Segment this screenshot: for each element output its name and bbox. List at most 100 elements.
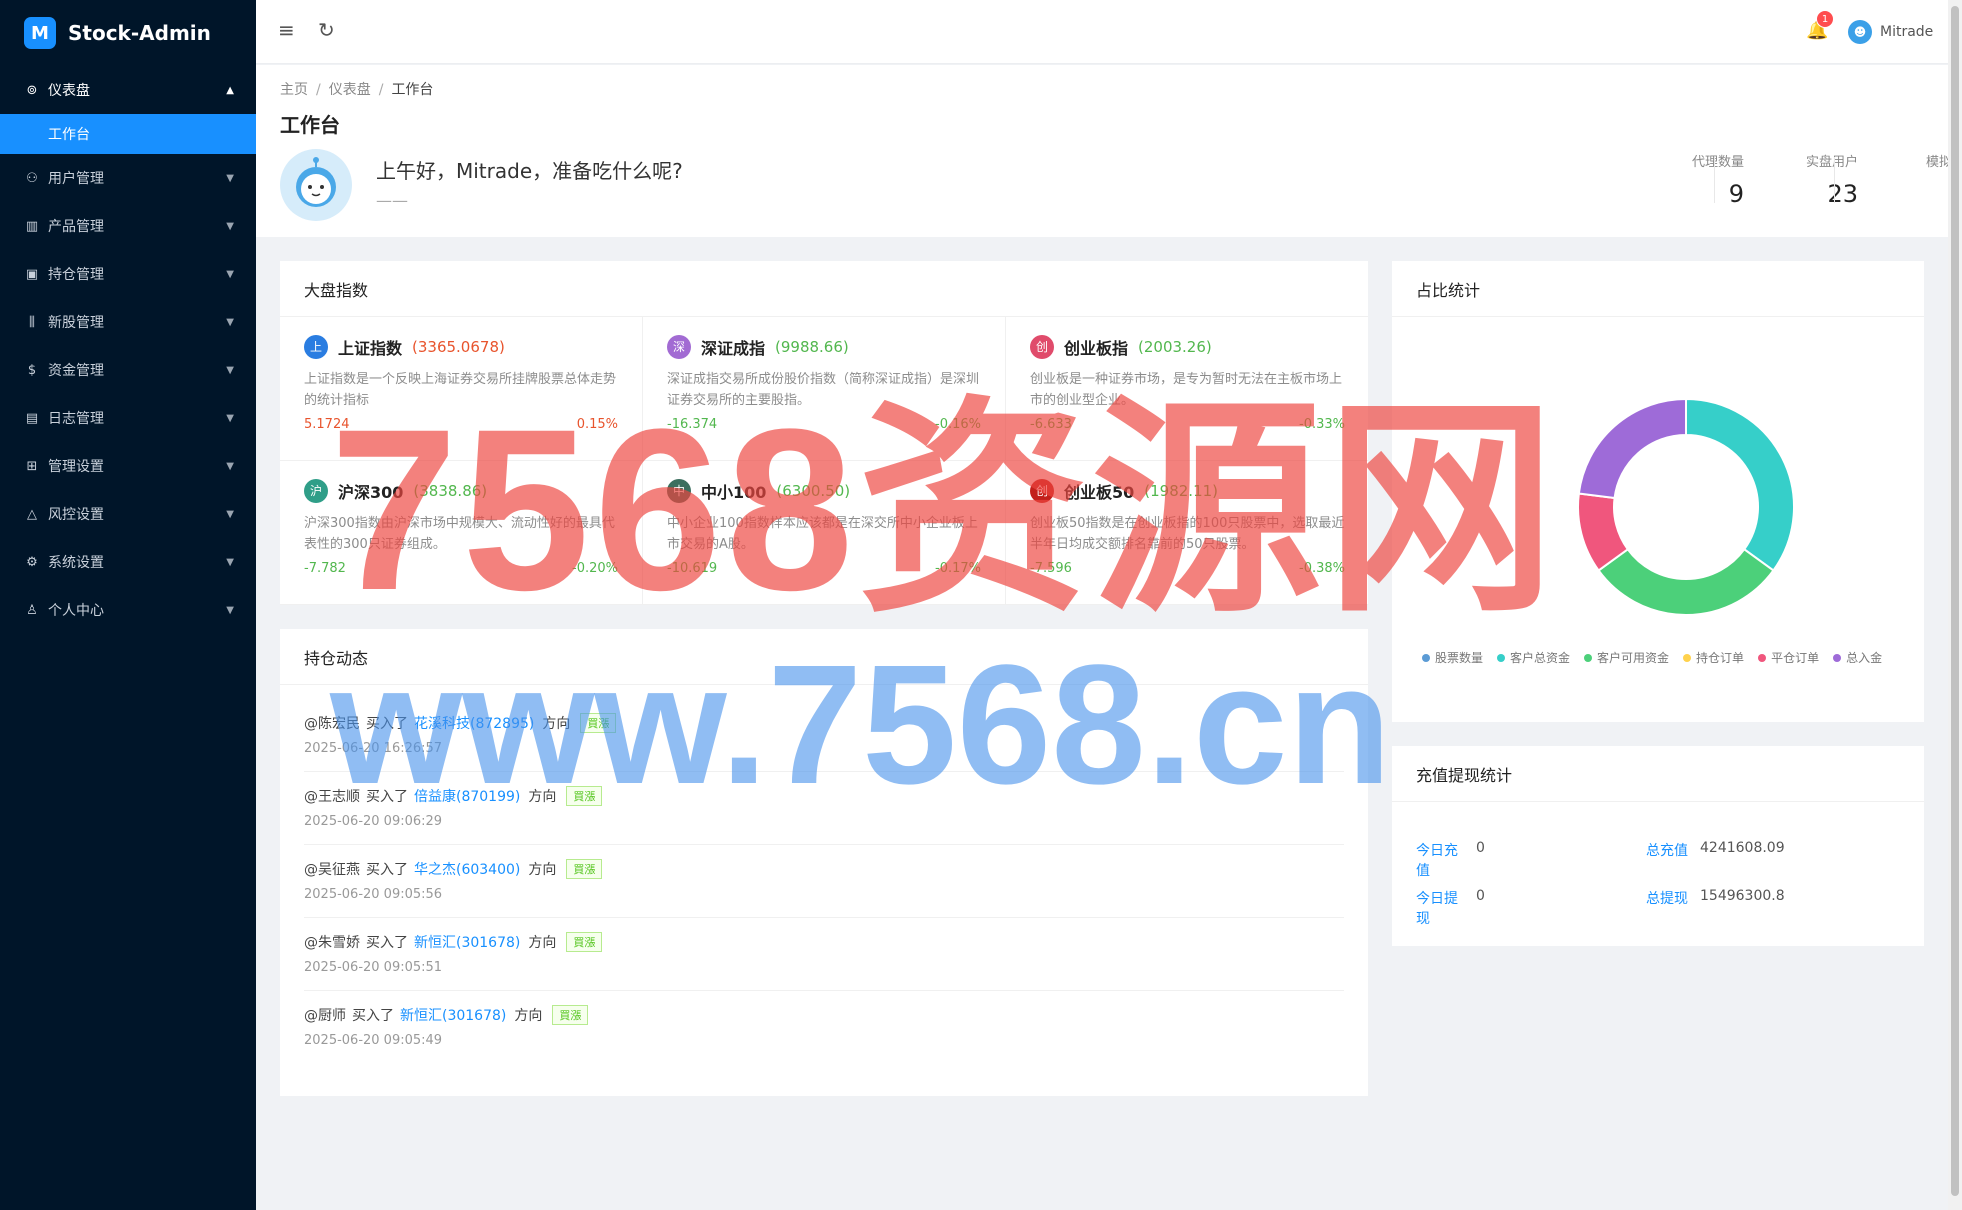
stat-real-users: 实盘用户 23 <box>1748 151 1858 208</box>
sidebar-item-label: 持仓管理 <box>48 267 104 283</box>
user-menu[interactable]: ☻ Mitrade <box>1848 20 1933 44</box>
chevron-down-icon: ▼ <box>226 268 234 280</box>
legend-item[interactable]: 股票数量 <box>1422 649 1483 666</box>
breadcrumb-home[interactable]: 主页 <box>280 82 308 98</box>
refresh-icon[interactable]: ↻ <box>318 18 335 42</box>
page-scrollbar[interactable] <box>1948 0 1962 1210</box>
chevron-down-icon: ▼ <box>226 508 234 520</box>
total-withdraw-label[interactable]: 总提现 <box>1646 888 1688 928</box>
legend-dot-icon <box>1497 653 1506 662</box>
donut-slice[interactable] <box>1597 547 1775 616</box>
position-user[interactable]: @吴征燕 <box>304 859 360 879</box>
warning-icon: △ <box>27 506 37 522</box>
position-stock-link[interactable]: 华之杰(603400) <box>414 859 520 879</box>
legend-label: 客户可用资金 <box>1597 651 1670 665</box>
today-recharge-label[interactable]: 今日充值 <box>1416 840 1464 880</box>
index-badge-icon: 沪 <box>304 479 328 503</box>
breadcrumb-separator: / <box>378 82 384 98</box>
position-user[interactable]: @朱雪娇 <box>304 932 360 952</box>
dashboard-icon: ⊚ <box>26 82 38 98</box>
position-line: @厨师 买入了 新恒汇(301678) 方向 買漲 <box>304 1005 589 1025</box>
sidebar-menu: ⊚ 仪表盘 ▲ 工作台 ⚇ 用户管理 ▼ ▥ 产品管理 ▼ ▣ 持仓管理 ▼ ⫼ 新股管理 ▼ $ 资金管理 ▼ ▤ 日… <box>0 66 256 634</box>
withdraw-row: 今日提现 0 总提现 15496300.8 <box>1416 888 1785 928</box>
index-value: (9988.66) <box>775 338 849 356</box>
breadcrumb-dashboard[interactable]: 仪表盘 <box>329 82 371 98</box>
sidebar-item[interactable]: ⊞ 管理设置 ▼ <box>0 442 256 490</box>
stat-label: 代理数量 <box>1691 155 1744 170</box>
sidebar-item-label: 资金管理 <box>48 363 104 379</box>
legend-item[interactable]: 平仓订单 <box>1758 649 1819 666</box>
greeting-subtext: —— <box>376 191 408 210</box>
stat-divider <box>1834 157 1835 203</box>
legend-item[interactable]: 持仓订单 <box>1683 649 1744 666</box>
logo[interactable]: M Stock-Admin <box>0 0 256 66</box>
position-item: @朱雪娇 买入了 新恒汇(301678) 方向 買漲 2025-06-20 09:05:5… <box>304 918 1344 991</box>
position-direction-label: 方向 <box>514 1008 543 1024</box>
position-time: 2025-06-20 09:05:51 <box>304 960 443 975</box>
index-badge-icon: 上 <box>304 335 328 359</box>
watermark-text: 7568资源网 <box>330 381 1560 638</box>
position-stock-link[interactable]: 新恒汇(301678) <box>400 1005 506 1025</box>
legend-label: 客户总资金 <box>1510 651 1571 665</box>
legend-item[interactable]: 客户总资金 <box>1497 649 1570 666</box>
chevron-down-icon: ▼ <box>226 556 234 568</box>
sidebar-item-label: 仪表盘 <box>48 83 90 99</box>
position-stock-link[interactable]: 新恒汇(301678) <box>414 932 520 952</box>
chevron-down-icon: ▼ <box>226 172 234 184</box>
sidebar-item-label: 新股管理 <box>48 315 104 331</box>
sidebar-item[interactable]: ▤ 日志管理 ▼ <box>0 394 256 442</box>
direction-tag: 買漲 <box>566 859 603 879</box>
sidebar-item[interactable]: $ 资金管理 ▼ <box>0 346 256 394</box>
sidebar-subitem-active[interactable]: 工作台 <box>0 114 256 154</box>
legend-dot-icon <box>1683 653 1692 662</box>
legend-dot-icon <box>1422 653 1430 662</box>
position-line: @朱雪娇 买入了 新恒汇(301678) 方向 買漲 <box>304 932 603 952</box>
notification-button[interactable]: 🔔 1 <box>1806 10 1834 41</box>
stat-label: 实盘用户 <box>1805 155 1858 170</box>
sidebar-item[interactable]: ⊚ 仪表盘 ▲ <box>0 66 256 114</box>
chart-legend: 股票数量 客户总资金 客户可用资金 持仓订单 平仓订单 总入金 <box>1422 649 1896 666</box>
total-recharge-value: 4241608.09 <box>1700 840 1785 856</box>
card-title: 大盘指数 <box>280 261 1368 317</box>
today-withdraw-label[interactable]: 今日提现 <box>1416 888 1464 928</box>
legend-label: 平仓订单 <box>1771 651 1820 665</box>
page-title: 工作台 <box>280 113 340 137</box>
sidebar-item[interactable]: ▥ 产品管理 ▼ <box>0 202 256 250</box>
donut-slice[interactable] <box>1577 397 1687 500</box>
sidebar-item-label: 管理设置 <box>48 459 104 475</box>
position-item: @厨师 买入了 新恒汇(301678) 方向 買漲 2025-06-20 09:05:49 <box>304 991 1344 1064</box>
sidebar-item[interactable]: ⚙ 系统设置 ▼ <box>0 538 256 586</box>
position-user[interactable]: @厨师 <box>304 1005 346 1025</box>
position-time: 2025-06-20 09:05:49 <box>304 1033 443 1048</box>
sidebar-item[interactable]: ⚇ 用户管理 ▼ <box>0 154 256 202</box>
position-verb: 买入了 <box>366 935 408 951</box>
app-name: Stock-Admin <box>68 21 211 45</box>
sidebar-item[interactable]: △ 风控设置 ▼ <box>0 490 256 538</box>
sidebar-item-label: 产品管理 <box>48 219 104 235</box>
ipo-icon: ⫼ <box>29 314 35 330</box>
position-verb: 买入了 <box>366 862 408 878</box>
stat-value: 23 <box>1827 180 1858 208</box>
chevron-down-icon: ▼ <box>226 220 234 232</box>
legend-item[interactable]: 客户可用资金 <box>1584 649 1669 666</box>
settings-grid-icon: ⊞ <box>26 458 38 474</box>
breadcrumb-current: 工作台 <box>391 82 434 98</box>
index-value: (3365.0678) <box>412 338 505 356</box>
breadcrumb-separator: / <box>316 82 321 98</box>
total-withdraw-value: 15496300.8 <box>1700 888 1785 904</box>
donut-slice[interactable] <box>1685 397 1795 572</box>
sidebar-item[interactable]: ♙ 个人中心 ▼ <box>0 586 256 634</box>
legend-dot-icon <box>1758 653 1767 662</box>
sidebar-item[interactable]: ▣ 持仓管理 ▼ <box>0 250 256 298</box>
stat-agents: 代理数量 9 <box>1634 151 1744 208</box>
menu-toggle-icon[interactable]: ≡ <box>278 18 295 42</box>
robot-avatar-icon <box>296 157 336 207</box>
legend-label: 总入金 <box>1846 651 1883 665</box>
scrollbar-thumb[interactable] <box>1951 6 1959 1196</box>
position-line: @吴征燕 买入了 华之杰(603400) 方向 買漲 <box>304 859 603 879</box>
watermark-url: www.7568.cn <box>330 630 1392 820</box>
legend-item[interactable]: 总入金 <box>1833 649 1882 666</box>
index-badge-icon: 创 <box>1030 335 1054 359</box>
total-recharge-label[interactable]: 总充值 <box>1646 840 1688 880</box>
sidebar-item[interactable]: ⫼ 新股管理 ▼ <box>0 298 256 346</box>
